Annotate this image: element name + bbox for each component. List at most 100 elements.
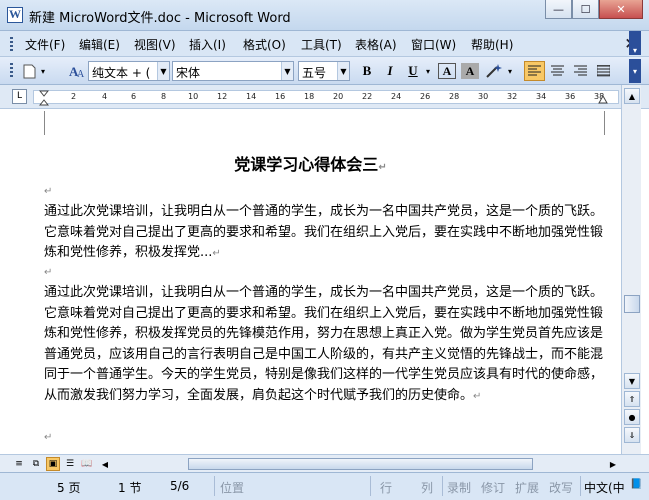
menu-file[interactable]: 文件(F) — [25, 36, 65, 53]
font-size-dropdown-icon[interactable]: ▼ — [337, 62, 349, 80]
font-size-combo[interactable]: 五号 ▼ — [298, 61, 350, 81]
ruler-number: 2 — [71, 92, 77, 101]
horizontal-ruler: L 2 4 6 8 10 12 14 16 18 20 22 24 26 28 … — [0, 85, 649, 109]
paragraph-mark: ↵ — [44, 186, 53, 197]
right-indent-icon[interactable] — [598, 94, 608, 104]
status-extend[interactable]: 扩展 — [515, 479, 539, 496]
align-left-button[interactable] — [524, 61, 545, 81]
justify-button[interactable] — [593, 61, 613, 81]
align-right-button[interactable] — [570, 61, 590, 81]
empty-paragraph[interactable]: ↵ — [44, 262, 606, 284]
body-paragraph-1[interactable]: 通过此次党课培训，让我明白从一个普通的学生，成长为一名中国共产党员，这是一个质的… — [44, 202, 606, 265]
status-revise[interactable]: 修订 — [481, 479, 505, 496]
styles-pane-button[interactable]: AA — [67, 61, 87, 81]
reading-layout-view-icon[interactable]: 📖 — [80, 457, 94, 471]
font-dropdown-icon[interactable]: ▼ — [281, 62, 293, 80]
menu-format[interactable]: 格式(O) — [243, 36, 286, 53]
menu-tools[interactable]: 工具(T) — [301, 36, 342, 53]
menu-table[interactable]: 表格(A) — [355, 36, 397, 53]
body-paragraph-2[interactable]: 通过此次党课培训，让我明白从一个普通的学生，成长为一名中国共产党员，这是一个质的… — [44, 283, 606, 407]
menubar-options-icon[interactable]: ▾ — [629, 31, 641, 55]
ruler-number: 14 — [246, 92, 257, 101]
status-line: 行 — [380, 481, 393, 495]
status-bar: 5 页 1 节 5/6 位置 行 列 录制 修订 扩展 改写 中文(中 📘 — [0, 472, 649, 500]
style-dropdown-icon[interactable]: ▼ — [157, 62, 169, 80]
underline-button[interactable]: U — [404, 61, 422, 81]
select-browse-object-button[interactable]: ● — [624, 409, 640, 425]
menu-grip-handle[interactable] — [10, 37, 13, 51]
menu-insert[interactable]: 插入(I) — [189, 36, 226, 53]
character-shading-button[interactable]: A — [461, 63, 479, 79]
style-combo[interactable]: 纯文本 + ( ▼ — [88, 61, 170, 81]
ruler-number: 4 — [102, 92, 108, 101]
empty-paragraph[interactable]: ↵ — [44, 427, 606, 449]
print-layout-view-icon[interactable]: ▣ — [46, 457, 60, 471]
justify-icon — [596, 65, 610, 77]
align-center-button[interactable] — [547, 61, 567, 81]
ruler-number: 30 — [478, 92, 489, 101]
svg-text:A: A — [77, 69, 85, 79]
paragraph-mark: ↵ — [44, 267, 53, 278]
styles-icon: AA — [69, 64, 85, 79]
ruler-number: 22 — [362, 92, 373, 101]
ruler-number: 6 — [131, 92, 137, 101]
new-document-button[interactable] — [20, 61, 38, 81]
heading-text: 党课学习心得体会三 — [234, 155, 379, 174]
horizontal-scroll-row: ≡ ⧉ ▣ ☰ 📖 ◀ ▶ — [0, 454, 649, 472]
ruler-number: 10 — [188, 92, 199, 101]
status-record[interactable]: 录制 — [447, 479, 471, 496]
magic-wand-icon — [486, 64, 502, 78]
close-button[interactable]: ✕ — [599, 0, 643, 19]
web-layout-view-icon[interactable]: ⧉ — [29, 457, 43, 471]
scroll-left-button[interactable]: ◀ — [98, 457, 112, 471]
align-center-icon — [550, 65, 564, 76]
bold-button[interactable]: B — [358, 61, 376, 81]
menu-help[interactable]: 帮助(H) — [471, 36, 513, 53]
new-document-dropdown-icon[interactable]: ▾ — [38, 61, 48, 81]
italic-button[interactable]: I — [381, 61, 399, 81]
ruler-number: 26 — [420, 92, 431, 101]
horizontal-scroll-thumb[interactable] — [188, 458, 533, 470]
minimize-button[interactable]: — — [545, 0, 572, 19]
menu-edit[interactable]: 编辑(E) — [79, 36, 120, 53]
align-right-icon — [573, 65, 587, 76]
first-line-indent-icon[interactable] — [39, 90, 49, 106]
toolbar-grip-handle[interactable] — [10, 63, 13, 77]
underline-dropdown-icon[interactable]: ▾ — [423, 61, 433, 81]
character-border-button[interactable]: A — [438, 63, 456, 79]
outline-view-icon[interactable]: ☰ — [63, 457, 77, 471]
status-separator — [214, 476, 215, 496]
tab-selector[interactable]: L — [12, 89, 27, 104]
maximize-button[interactable]: ☐ — [572, 0, 599, 19]
menu-view[interactable]: 视图(V) — [134, 36, 176, 53]
status-page: 5 页 — [57, 481, 81, 495]
align-left-icon — [528, 65, 541, 76]
spelling-status-icon[interactable]: 📘 — [630, 479, 642, 495]
ruler-strip[interactable]: 2 4 6 8 10 12 14 16 18 20 22 24 26 28 30… — [33, 90, 619, 106]
menu-window[interactable]: 窗口(W) — [411, 36, 456, 53]
status-language[interactable]: 中文(中 — [584, 479, 625, 496]
scroll-down-button[interactable]: ▼ — [624, 373, 640, 389]
word-app-icon[interactable]: W — [7, 7, 23, 23]
vertical-scroll-thumb[interactable] — [624, 295, 640, 313]
scroll-up-button[interactable]: ▲ — [624, 88, 640, 104]
font-combo[interactable]: 宋体 ▼ — [172, 61, 294, 81]
paragraph-mark: ↵ — [44, 432, 53, 443]
scroll-right-button[interactable]: ▶ — [606, 457, 620, 471]
next-page-button[interactable]: ⇓ — [624, 427, 640, 443]
page-margin-corner-left — [44, 111, 45, 135]
ruler-number: 34 — [536, 92, 547, 101]
phonetic-dropdown-icon[interactable]: ▾ — [505, 61, 515, 81]
empty-paragraph[interactable]: ↵ — [44, 181, 606, 203]
toolbar-options-icon[interactable]: ▾ — [629, 59, 641, 83]
window-title: 新建 MicroWord文件.doc - Microsoft Word — [29, 11, 291, 26]
phonetic-guide-button[interactable] — [484, 61, 504, 81]
normal-view-icon[interactable]: ≡ — [12, 457, 26, 471]
title-bar: W 新建 MicroWord文件.doc - Microsoft Word — … — [0, 0, 649, 31]
document-area[interactable]: 党课学习心得体会三↵ ↵ 通过此次党课培训，让我明白从一个普通的学生，成长为一名… — [0, 109, 621, 454]
previous-page-button[interactable]: ⇑ — [624, 391, 640, 407]
vertical-scrollbar[interactable]: ▲ ▼ ⇑ ● ⇓ — [621, 85, 641, 454]
status-overwrite[interactable]: 改写 — [549, 479, 573, 496]
document-heading[interactable]: 党课学习心得体会三↵ — [0, 151, 621, 175]
style-combo-value: 纯文本 + ( — [92, 66, 151, 80]
